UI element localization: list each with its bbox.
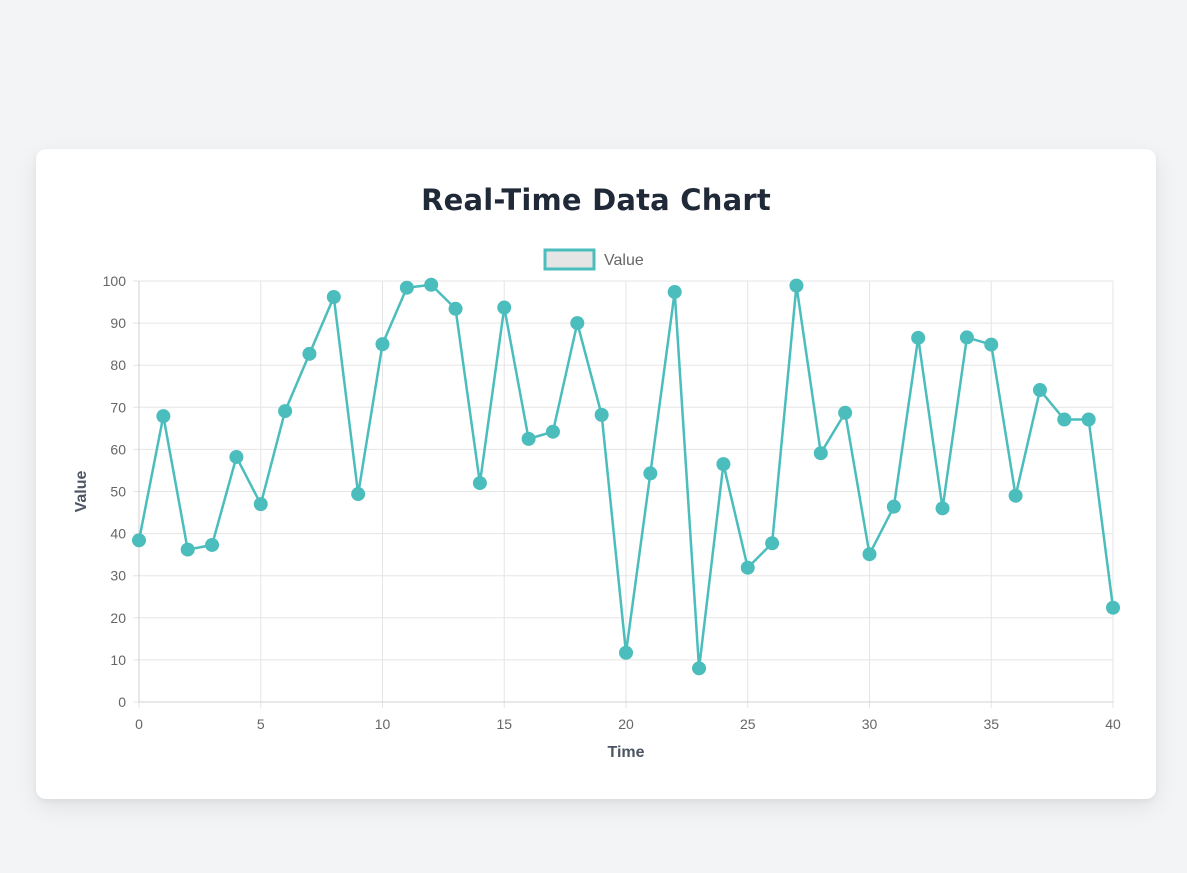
- data-point: [838, 405, 853, 420]
- data-point: [326, 289, 341, 304]
- data-point: [1057, 412, 1072, 427]
- data-point: [448, 301, 463, 316]
- y-tick-label: 70: [110, 399, 126, 415]
- line-chart: 0102030405060708090100 0 5 10 15 20 25 30 35 40 …: [73, 248, 1121, 761]
- y-tick-label: 20: [110, 610, 126, 626]
- y-tick-labels: 0 10 20 30 40 50 60 70 80 90 100: [103, 273, 127, 710]
- data-point: [911, 330, 926, 345]
- y-tick-label: 0: [118, 694, 126, 710]
- y-tick-label: 40: [110, 526, 126, 542]
- legend-label[interactable]: Value: [604, 252, 644, 269]
- data-point: [521, 431, 536, 446]
- data-point: [472, 476, 487, 491]
- data-point: [302, 346, 317, 361]
- data-point: [375, 337, 390, 352]
- data-point: [716, 457, 731, 472]
- data-point: [229, 449, 244, 464]
- data-point: [545, 424, 560, 439]
- x-axis-title: Time: [607, 744, 644, 761]
- x-tick-label: 25: [740, 716, 756, 732]
- data-point: [619, 645, 633, 660]
- data-point: [278, 404, 293, 419]
- data-point: [156, 409, 171, 424]
- y-axis-title: Value: [73, 471, 90, 513]
- data-point: [692, 661, 707, 676]
- data-point: [570, 316, 585, 331]
- x-tick-label: 10: [375, 716, 391, 732]
- y-tick-label: 100: [103, 273, 127, 289]
- legend[interactable]: Value: [543, 248, 644, 271]
- data-point: [253, 497, 268, 512]
- y-tick-label: 30: [110, 568, 126, 584]
- x-tick-label: 40: [1105, 716, 1121, 732]
- y-tick-label: 60: [110, 441, 126, 457]
- data-point: [399, 280, 414, 295]
- x-tick-label: 35: [983, 716, 999, 732]
- data-point: [1106, 600, 1120, 615]
- x-tick-label: 15: [496, 716, 512, 732]
- data-point: [132, 533, 146, 548]
- data-point: [886, 499, 901, 514]
- data-point: [351, 487, 366, 502]
- data-point: [594, 407, 609, 422]
- data-point: [667, 284, 682, 299]
- data-point: [424, 277, 439, 292]
- data-point: [1032, 383, 1047, 398]
- data-point: [765, 536, 780, 551]
- y-tick-label: 10: [110, 652, 126, 668]
- data-point: [813, 446, 828, 461]
- data-point: [984, 337, 999, 352]
- x-tick-label: 20: [618, 716, 634, 732]
- data-point: [643, 466, 658, 481]
- data-point: [205, 537, 220, 552]
- data-point: [935, 501, 950, 516]
- chart-card: Real-Time Data Chart 0 10 20 30 40 50 60 70 80 90…: [36, 149, 1156, 799]
- y-tick-label: 90: [110, 315, 126, 331]
- x-tick-label: 30: [862, 716, 878, 732]
- data-point: [959, 330, 974, 345]
- data-point: [789, 278, 804, 293]
- y-tick-label: 50: [110, 484, 126, 500]
- x-tick-label: 0: [135, 716, 143, 732]
- data-point: [497, 300, 512, 315]
- data-point: [1081, 412, 1096, 427]
- data-point: [862, 547, 877, 562]
- data-point: [740, 560, 755, 575]
- x-tick-label: 5: [257, 716, 265, 732]
- x-tick-labels: 0 5 10 15 20 25 30 35 40: [135, 716, 1121, 732]
- legend-swatch[interactable]: [543, 248, 596, 271]
- data-point: [1008, 488, 1023, 503]
- data-point: [180, 542, 195, 557]
- y-tick-label: 80: [110, 357, 126, 373]
